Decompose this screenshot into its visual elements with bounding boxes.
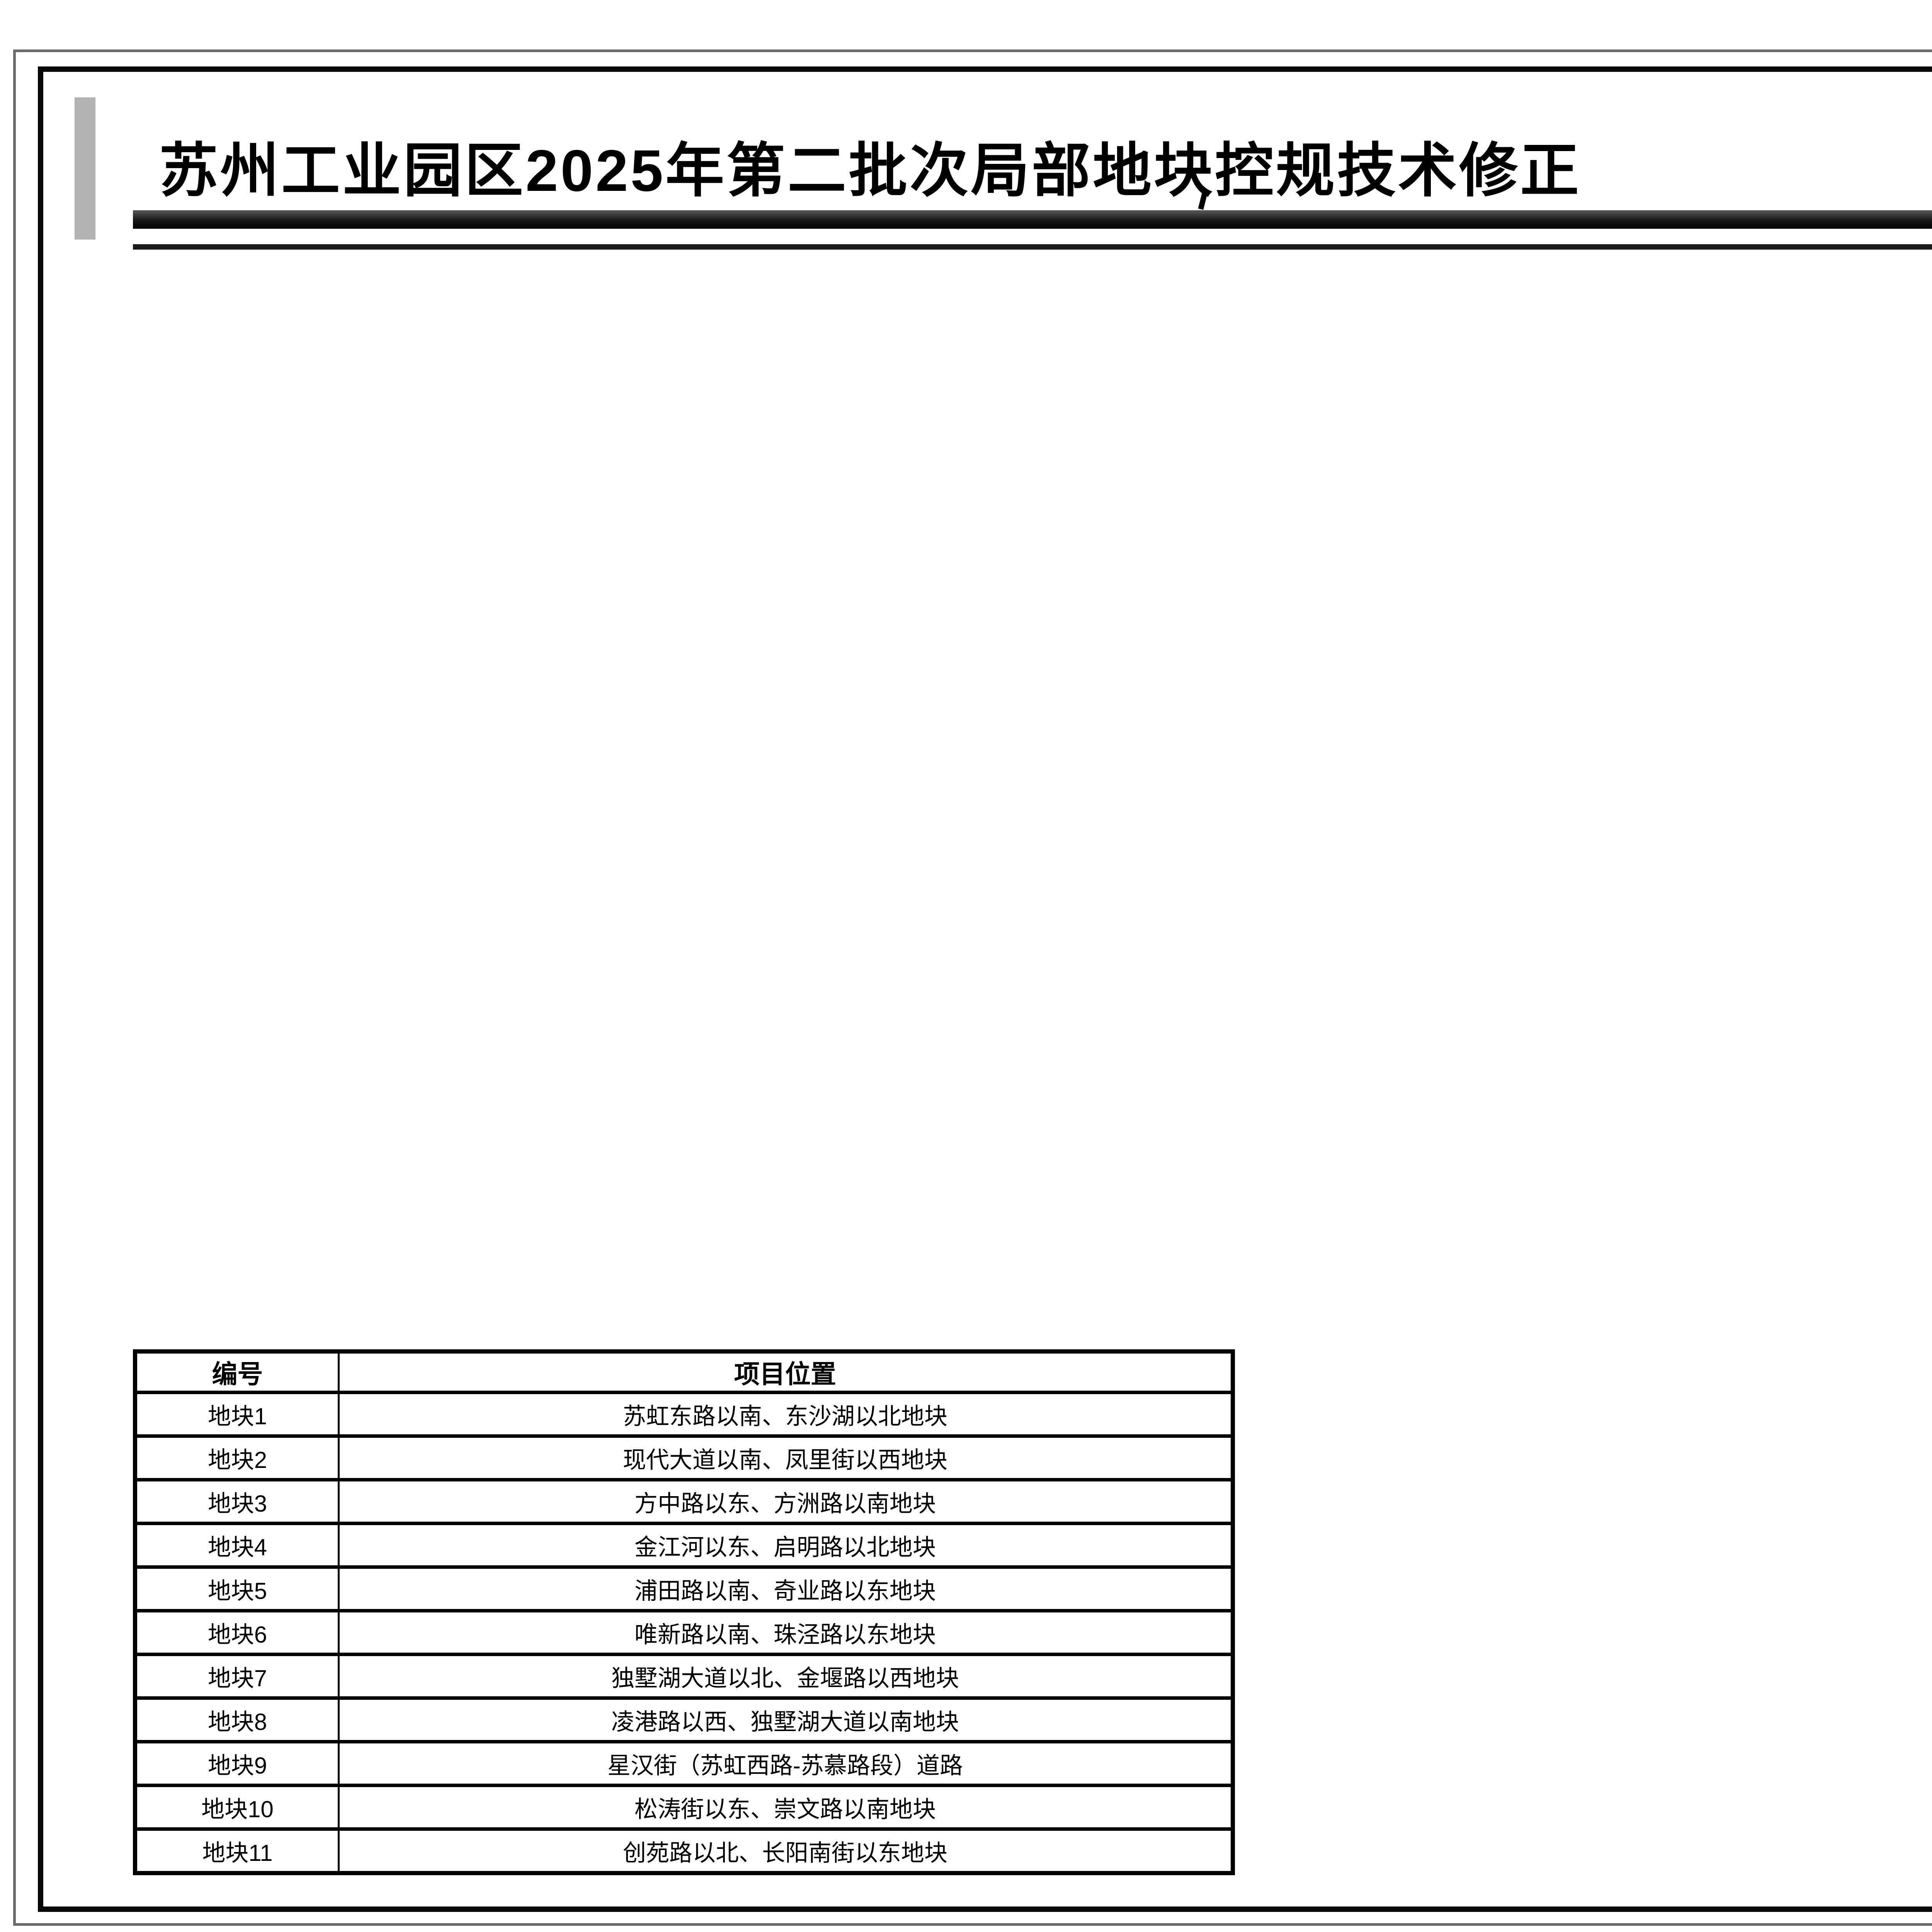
cell-plot-location: 唯新路以南、珠泾路以东地块: [339, 1611, 1233, 1655]
page-title: 苏州工业园区2025年第二批次局部地块控规技术修正: [159, 123, 1932, 196]
table-row: 地块9星汉街（苏虹西路-苏慕路段）道路: [135, 1742, 1233, 1786]
table-row: 地块10松涛街以东、崇文路以南地块: [135, 1786, 1233, 1829]
cell-plot-id: 地块3: [135, 1480, 339, 1524]
table-row: 地块7独墅湖大道以北、金堰路以西地块: [135, 1655, 1233, 1698]
table-row: 地块6唯新路以南、珠泾路以东地块: [135, 1611, 1233, 1655]
cell-plot-location: 方中路以东、方洲路以南地块: [339, 1480, 1233, 1524]
cell-plot-location: 松涛街以东、崇文路以南地块: [339, 1786, 1233, 1829]
table-header-row: 编号 项目位置: [135, 1352, 1233, 1393]
cell-plot-id: 地块7: [135, 1655, 339, 1698]
cell-plot-location: 凌港路以西、独墅湖大道以南地块: [339, 1698, 1233, 1742]
cell-plot-id: 地块6: [135, 1611, 339, 1655]
cell-plot-location: 现代大道以南、凤里街以西地块: [339, 1436, 1233, 1480]
cell-plot-location: 星汉街（苏虹西路-苏慕路段）道路: [339, 1742, 1233, 1786]
cell-plot-id: 地块5: [135, 1567, 339, 1611]
column-header-location: 项目位置: [339, 1352, 1233, 1393]
header-thin-rule: [133, 244, 1932, 250]
cell-plot-location: 创苑路以北、长阳南街以东地块: [339, 1829, 1233, 1873]
cell-plot-location: 苏虹东路以南、东沙湖以北地块: [339, 1393, 1233, 1436]
table-row: 地块4金江河以东、启明路以北地块: [135, 1524, 1233, 1567]
cell-plot-id: 地块1: [135, 1393, 339, 1436]
cell-plot-id: 地块11: [135, 1829, 339, 1873]
cell-plot-id: 地块2: [135, 1436, 339, 1480]
table-row: 地块2现代大道以南、凤里街以西地块: [135, 1436, 1233, 1480]
cell-plot-location: 金江河以东、启明路以北地块: [339, 1524, 1233, 1567]
table-body: 地块1苏虹东路以南、东沙湖以北地块地块2现代大道以南、凤里街以西地块地块3方中路…: [135, 1393, 1233, 1873]
cell-plot-id: 地块9: [135, 1742, 339, 1786]
table-row: 地块5浦田路以南、奇业路以东地块: [135, 1567, 1233, 1611]
cell-plot-id: 地块4: [135, 1524, 339, 1567]
header-thick-rule: [133, 210, 1932, 229]
table-row: 地块11创苑路以北、长阳南街以东地块: [135, 1829, 1233, 1873]
table-row: 地块3方中路以东、方洲路以南地块: [135, 1480, 1233, 1524]
table-row: 地块1苏虹东路以南、东沙湖以北地块: [135, 1393, 1233, 1436]
plots-table: 编号 项目位置 地块1苏虹东路以南、东沙湖以北地块地块2现代大道以南、凤里街以西…: [133, 1349, 1235, 1875]
cell-plot-id: 地块10: [135, 1786, 339, 1829]
cell-plot-id: 地块8: [135, 1698, 339, 1742]
title-accent-bar: [75, 97, 95, 240]
cell-plot-location: 浦田路以南、奇业路以东地块: [339, 1567, 1233, 1611]
column-header-id: 编号: [135, 1352, 339, 1393]
table-row: 地块8凌港路以西、独墅湖大道以南地块: [135, 1698, 1233, 1742]
cell-plot-location: 独墅湖大道以北、金堰路以西地块: [339, 1655, 1233, 1698]
